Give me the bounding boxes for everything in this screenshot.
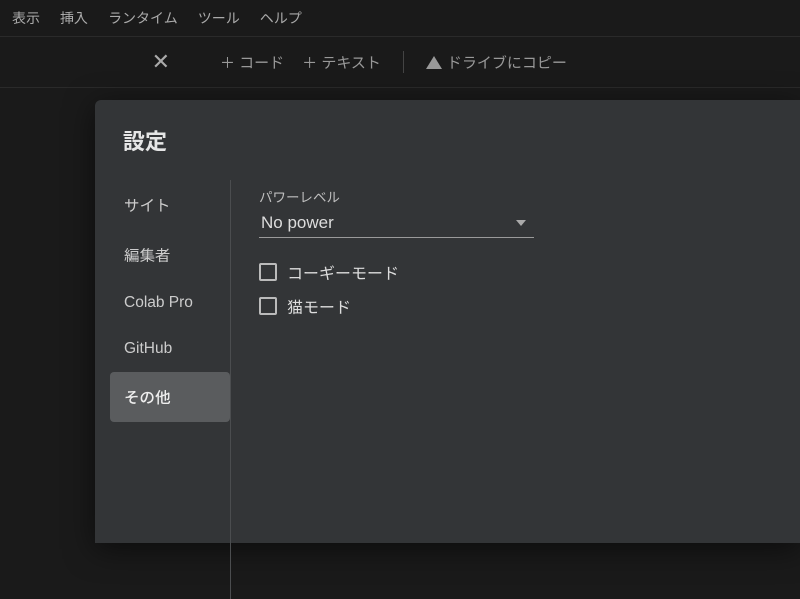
nav-github[interactable]: GitHub — [110, 326, 230, 372]
menu-help[interactable]: ヘルプ — [260, 8, 302, 28]
menu-insert[interactable]: 挿入 — [60, 8, 88, 28]
add-code-label: ＋ コード — [220, 52, 284, 73]
checkbox-icon — [259, 297, 277, 315]
corgi-mode-checkbox[interactable]: コーギーモード — [259, 260, 800, 284]
nav-editor[interactable]: 編集者 — [110, 230, 230, 280]
settings-dialog: 設定 サイト 編集者 Colab Pro GitHub その他 パワーレベル N… — [95, 100, 800, 543]
copy-to-drive-button[interactable]: ドライブにコピー — [426, 52, 567, 73]
power-level-dropdown[interactable]: No power — [259, 210, 534, 238]
settings-title: 設定 — [95, 124, 800, 180]
add-code-button[interactable]: ＋ コード — [220, 52, 284, 73]
copy-to-drive-label: ドライブにコピー — [447, 52, 567, 73]
menu-runtime[interactable]: ランタイム — [108, 8, 178, 28]
checkbox-icon — [259, 263, 277, 281]
toolbar-divider — [403, 51, 404, 73]
settings-body: サイト 編集者 Colab Pro GitHub その他 パワーレベル No p… — [95, 180, 800, 599]
cat-mode-checkbox[interactable]: 猫モード — [259, 294, 800, 318]
drive-icon — [426, 56, 442, 69]
chevron-down-icon — [516, 220, 526, 226]
settings-nav: サイト 編集者 Colab Pro GitHub その他 — [95, 180, 230, 599]
cat-mode-label: 猫モード — [287, 294, 351, 318]
settings-content: パワーレベル No power コーギーモード 猫モード — [230, 180, 800, 599]
toolbar-buttons: ＋ コード ＋ テキスト ドライブにコピー — [200, 51, 567, 73]
close-icon[interactable]: ✕ — [0, 49, 200, 75]
power-level-label: パワーレベル — [259, 186, 800, 206]
nav-site[interactable]: サイト — [110, 180, 230, 230]
add-text-button[interactable]: ＋ テキスト — [302, 52, 381, 73]
menu-view[interactable]: 表示 — [12, 8, 40, 28]
toolbar: ✕ ＋ コード ＋ テキスト ドライブにコピー — [0, 36, 800, 88]
nav-other[interactable]: その他 — [110, 372, 230, 422]
add-text-label: ＋ テキスト — [302, 52, 381, 73]
menu-tools[interactable]: ツール — [198, 8, 240, 28]
menubar: 表示 挿入 ランタイム ツール ヘルプ — [0, 0, 800, 36]
corgi-mode-label: コーギーモード — [287, 260, 399, 284]
nav-colab-pro[interactable]: Colab Pro — [110, 280, 230, 326]
power-level-value: No power — [261, 213, 334, 233]
